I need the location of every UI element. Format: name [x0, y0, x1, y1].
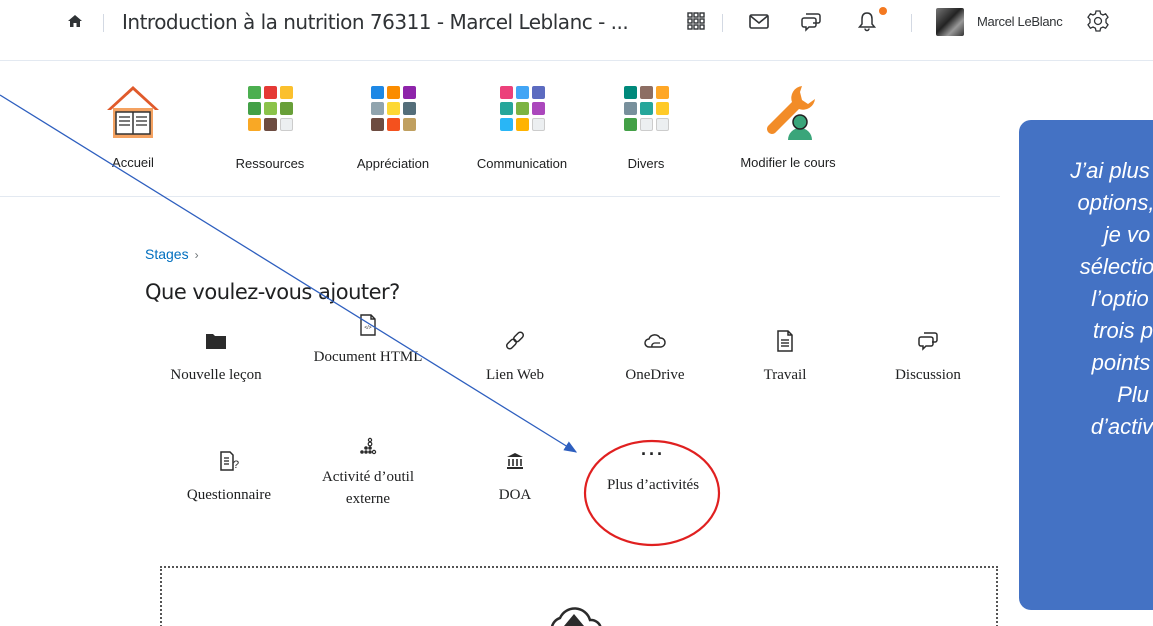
- link-icon: [505, 331, 525, 350]
- nav-label: Ressources: [235, 156, 305, 171]
- chat-icon[interactable]: [800, 10, 822, 32]
- activity-lien-web[interactable]: Lien Web: [450, 326, 580, 386]
- page-title: Que voulez-vous ajouter?: [145, 280, 400, 304]
- activity-label: Questionnaire: [186, 487, 272, 503]
- nav-item-appreciation[interactable]: Appréciation: [348, 80, 438, 171]
- institution-icon: [507, 453, 523, 469]
- nav-label: Appréciation: [356, 156, 430, 171]
- upload-dropzone[interactable]: [160, 566, 998, 626]
- separator: [103, 14, 104, 32]
- activity-document-html[interactable]: </> Document HTML: [303, 310, 433, 368]
- activity-label: Document HTML: [313, 349, 423, 365]
- notification-dot: [879, 7, 887, 15]
- activity-travail[interactable]: Travail: [720, 326, 850, 386]
- activity-onedrive[interactable]: OneDrive: [590, 326, 720, 386]
- avatar[interactable]: [936, 8, 964, 36]
- top-bar: Introduction à la nutrition 76311 - Marc…: [0, 0, 1153, 56]
- assignment-icon: [777, 330, 793, 352]
- house-book-icon: [107, 86, 159, 138]
- activity-label: Discussion: [895, 367, 961, 383]
- nav-label: Modifier le cours: [740, 155, 836, 170]
- activity-plus-activites[interactable]: ··· Plus d’activités: [588, 444, 718, 496]
- folder-icon: [206, 334, 226, 349]
- gear-icon[interactable]: [1086, 9, 1110, 33]
- divider: [0, 196, 1000, 197]
- nav-label: Communication: [476, 156, 568, 171]
- separator: [722, 14, 723, 32]
- activity-label: Activité d’outil externe: [321, 469, 415, 507]
- divider: [0, 60, 1153, 61]
- home-icon[interactable]: [66, 12, 84, 30]
- breadcrumb[interactable]: Stages ›: [145, 246, 199, 262]
- activity-nouvelle-lecon[interactable]: Nouvelle leçon: [151, 326, 281, 386]
- external-tool-icon: [360, 437, 377, 455]
- mail-icon[interactable]: [748, 10, 770, 32]
- activity-label: Nouvelle leçon: [170, 367, 262, 383]
- activity-label: DOA: [498, 487, 532, 503]
- nav-item-ressources[interactable]: Ressources: [225, 80, 315, 171]
- quiz-icon: ?: [220, 451, 239, 471]
- bell-icon[interactable]: [856, 10, 878, 32]
- course-navbar: Accueil Ressources Appréciation Communic…: [0, 66, 1153, 196]
- user-name[interactable]: Marcel LeBlanc: [977, 14, 1063, 29]
- activity-label: OneDrive: [625, 367, 685, 383]
- nav-label: Accueil: [112, 155, 154, 170]
- activity-discussion[interactable]: Discussion: [863, 326, 993, 386]
- activity-questionnaire[interactable]: ? Questionnaire: [164, 446, 294, 506]
- activity-outil-externe[interactable]: Activité d’outil externe: [303, 432, 433, 510]
- nav-item-accueil[interactable]: Accueil: [98, 80, 168, 170]
- activity-label: Lien Web: [485, 367, 545, 383]
- misc-grid-icon: [616, 86, 676, 148]
- assessment-grid-icon: [363, 86, 423, 148]
- nav-item-modifier-le-cours[interactable]: Modifier le cours: [728, 80, 848, 170]
- resources-grid-icon: [240, 86, 300, 148]
- svg-text:</>: </>: [364, 325, 371, 331]
- discussion-icon: [918, 332, 938, 351]
- html-document-icon: </>: [360, 314, 376, 336]
- breadcrumb-link[interactable]: Stages: [145, 246, 189, 262]
- nav-item-divers[interactable]: Divers: [611, 80, 681, 171]
- activity-label: Plus d’activités: [606, 477, 700, 493]
- wrench-person-icon: [767, 86, 815, 140]
- apps-grid-icon[interactable]: [685, 10, 707, 32]
- activity-label: Travail: [763, 367, 807, 383]
- more-dots-icon: ···: [641, 444, 665, 464]
- course-title[interactable]: Introduction à la nutrition 76311 - Marc…: [122, 10, 629, 34]
- activity-doa[interactable]: DOA: [450, 446, 580, 506]
- communication-grid-icon: [492, 86, 552, 148]
- svg-text:?: ?: [233, 459, 239, 471]
- nav-label: Divers: [627, 156, 665, 171]
- annotation-text: J’ai plus options, je vo sélectio l’opti…: [1070, 158, 1153, 439]
- separator: [911, 14, 912, 32]
- chevron-right-icon: ›: [194, 248, 199, 262]
- cloud-upload-icon: [550, 607, 602, 626]
- nav-item-communication[interactable]: Communication: [472, 80, 572, 171]
- cloud-icon: [644, 334, 666, 348]
